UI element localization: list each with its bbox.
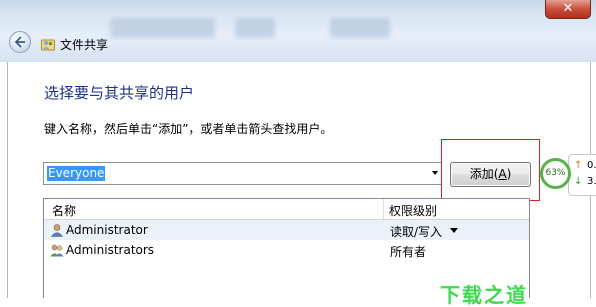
blurred-path-segment [330, 18, 390, 38]
user-name: Administrators [66, 243, 155, 257]
add-button-accelerator: A [498, 167, 507, 181]
column-header-permission[interactable]: 权限级别 [389, 202, 437, 219]
back-arrow-icon [14, 36, 25, 48]
list-row-administrators[interactable]: Administrators 所有者 [44, 240, 529, 260]
add-button-label: 添加( [469, 167, 499, 181]
download-speed: 3. [587, 176, 596, 187]
network-usage-gauge[interactable]: 63% [540, 158, 571, 189]
add-button[interactable]: 添加(A) [450, 162, 531, 187]
upload-arrow-icon: ↑ [574, 160, 583, 171]
blurred-path-segment [110, 18, 215, 38]
permission-level: 所有者 [390, 245, 427, 259]
list-header: 名称 权限级别 [44, 199, 529, 220]
share-users-icon [41, 39, 55, 51]
page-heading: 选择要与其共享的用户 [44, 84, 195, 102]
window-title: 文件共享 [60, 38, 109, 52]
permission-dropdown-arrow-icon[interactable] [450, 228, 458, 233]
permission-level[interactable]: 读取/写入 [390, 223, 442, 240]
user-name: Administrator [66, 223, 148, 237]
watermark-text: 下载之道 [440, 283, 528, 307]
user-combo-box[interactable]: Everyone [43, 162, 442, 185]
close-button[interactable]: ✕ [545, 0, 591, 19]
user-icon [50, 224, 64, 237]
add-button-suffix: ) [506, 167, 512, 181]
list-row-administrator[interactable]: Administrator 读取/写入 [44, 220, 529, 240]
back-button[interactable] [9, 31, 31, 53]
download-arrow-icon: ↓ [574, 176, 583, 187]
upload-speed: 0. [587, 160, 596, 171]
dropdown-arrow-icon[interactable] [432, 171, 438, 175]
column-header-name[interactable]: 名称 [52, 202, 76, 219]
blurred-path-segment [235, 18, 275, 38]
user-group-icon [50, 244, 64, 257]
user-combo-value[interactable]: Everyone [47, 166, 106, 181]
column-divider[interactable] [383, 199, 384, 219]
instruction-text: 键入名称，然后单击“添加”，或者单击箭头查找用户。 [44, 122, 333, 136]
